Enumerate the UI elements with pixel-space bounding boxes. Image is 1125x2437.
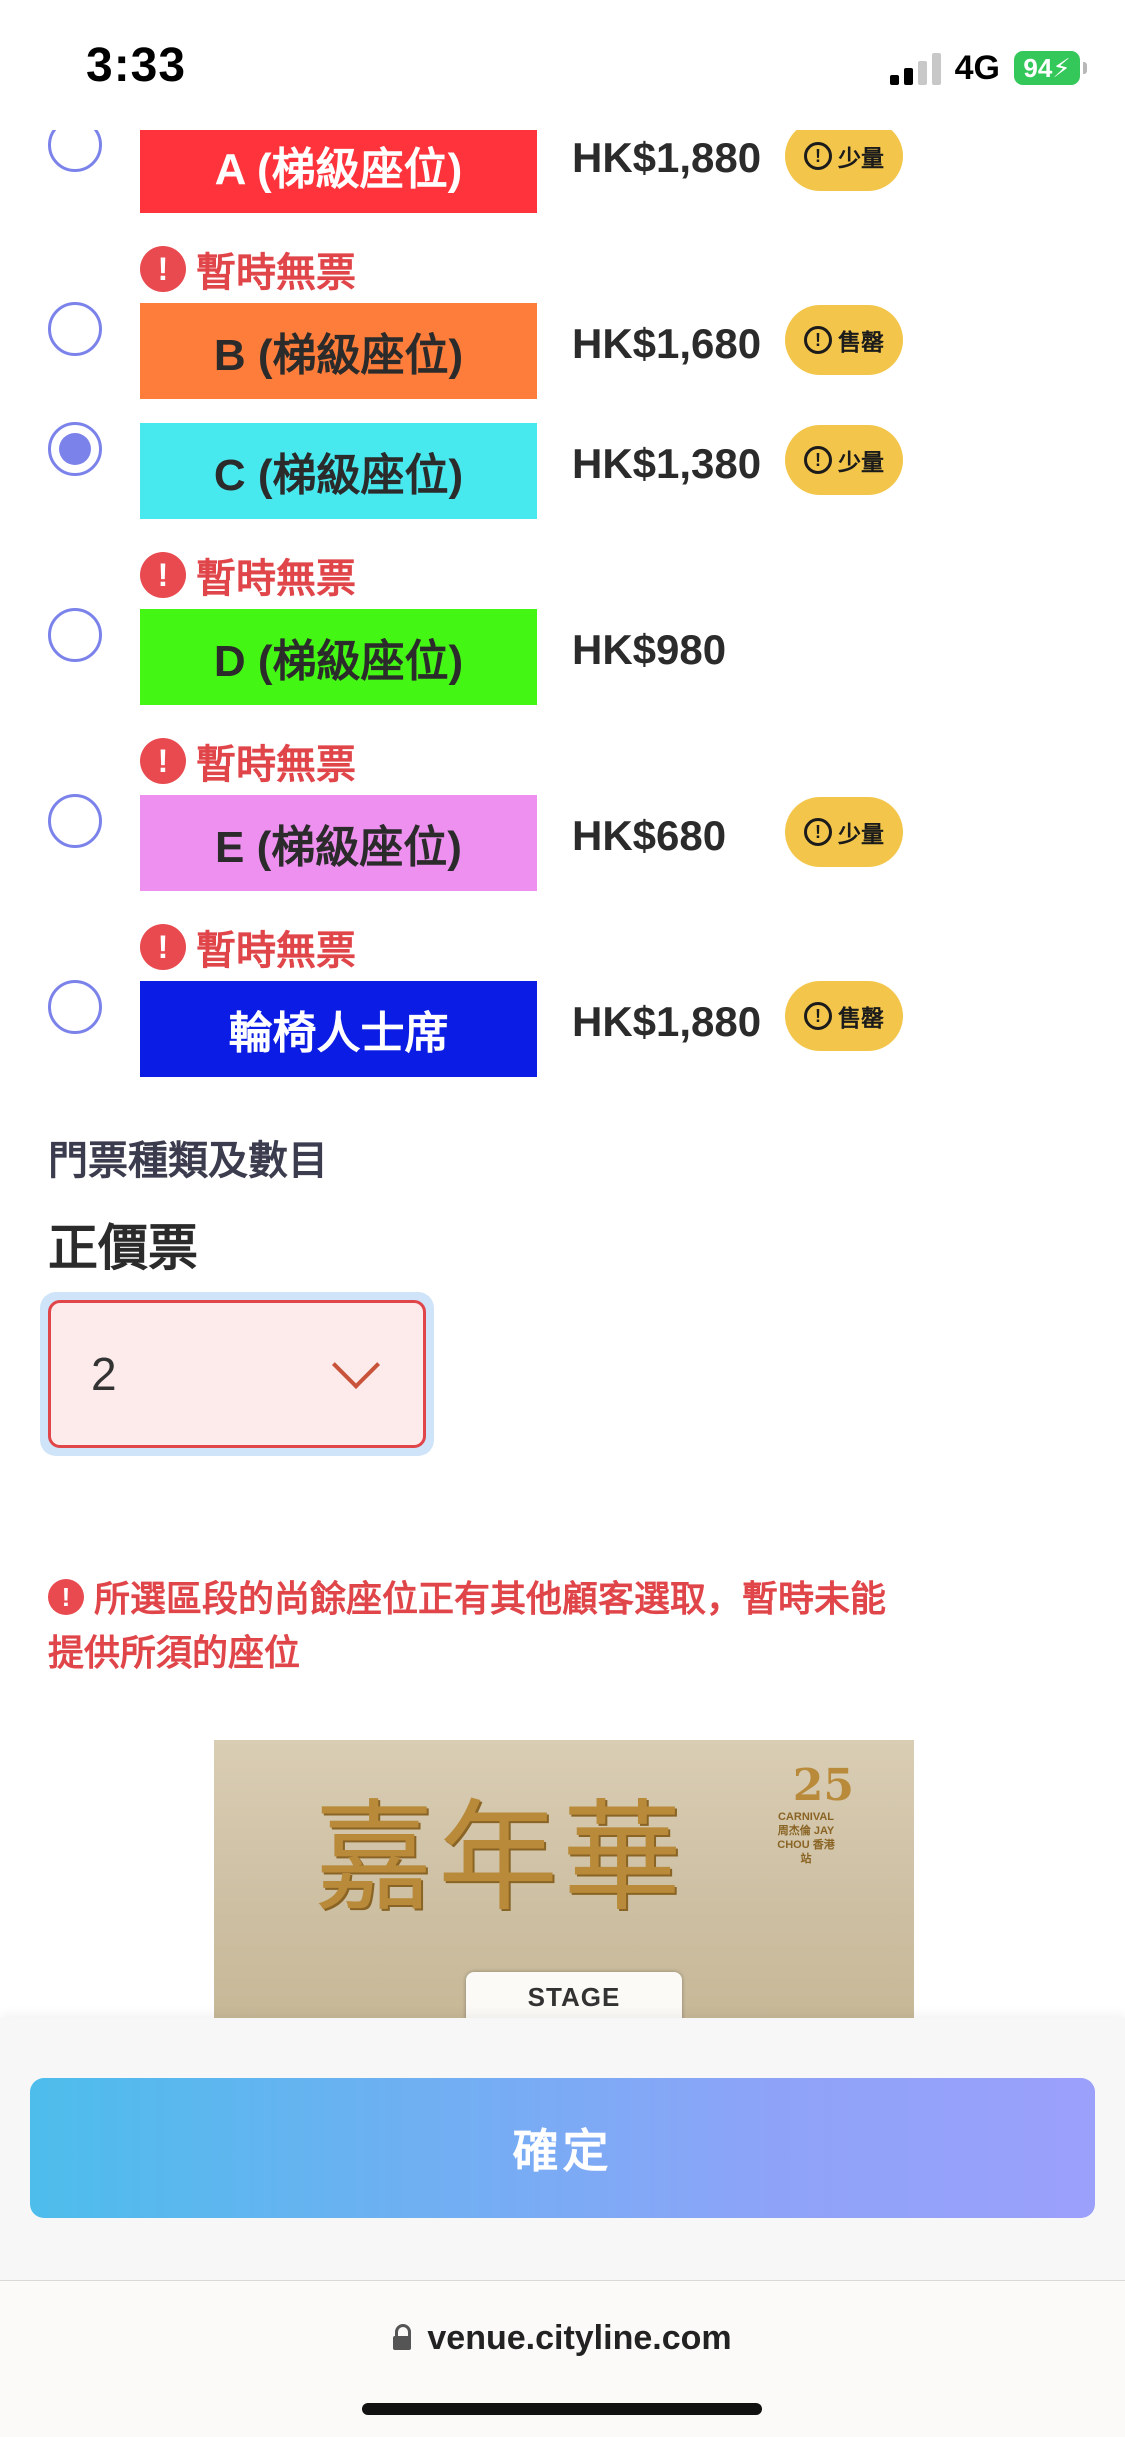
alert-icon: ! bbox=[804, 1002, 832, 1030]
status-time: 3:33 bbox=[86, 39, 187, 92]
bottom-action-bar: 確定 bbox=[0, 2018, 1125, 2280]
warning-icon: ! bbox=[140, 552, 186, 598]
ticket-type-heading: 門票種類及數目 bbox=[48, 1139, 328, 1183]
section-c-badge-label: 少量 bbox=[838, 449, 884, 475]
stage-label: STAGE bbox=[466, 1972, 682, 2020]
status-indicators: 4G 94 ⚡ bbox=[889, 48, 1087, 88]
warning-icon: ! bbox=[140, 738, 186, 784]
section-wheelchair-badge: ! 售罄 bbox=[785, 981, 903, 1051]
seat-map-25-logo: 25 bbox=[792, 1760, 854, 1811]
seat-map-title: 嘉年華 bbox=[314, 1789, 686, 1928]
section-wheelchair-radio[interactable] bbox=[48, 980, 102, 1034]
section-e-warning: ! 暫時無票 bbox=[140, 732, 356, 790]
lock-icon bbox=[393, 2323, 412, 2350]
warning-icon: ! bbox=[140, 924, 186, 970]
section-wheelchair-price: HK$1,880 bbox=[572, 998, 762, 1045]
chevron-down-icon bbox=[331, 1340, 381, 1390]
seat-error-line-2: 提供所須的座位 bbox=[48, 1632, 301, 1673]
section-b-warning: ! 暫時無票 bbox=[140, 240, 356, 298]
cellular-signal-icon bbox=[889, 51, 941, 85]
browser-address-bar: venue.cityline.com bbox=[0, 2280, 1125, 2437]
url-text: venue.cityline.com bbox=[427, 2319, 732, 2357]
alert-icon: ! bbox=[804, 818, 832, 846]
battery-level: 94 bbox=[1023, 52, 1053, 83]
section-b-radio[interactable] bbox=[48, 302, 102, 356]
section-wheelchair-warning-text: 暫時無票 bbox=[196, 929, 356, 973]
seat-map-subtitle: CARNIVAL 周杰倫 JAY CHOU 香港站 bbox=[777, 1811, 835, 1865]
alert-icon: ! bbox=[804, 446, 832, 474]
section-e-warning-text: 暫時無票 bbox=[196, 743, 356, 787]
quantity-select-focus-ring: 2 bbox=[40, 1292, 434, 1456]
section-b-label[interactable]: B (梯級座位) bbox=[140, 303, 537, 399]
ticket-name: 正價票 bbox=[48, 1220, 198, 1276]
section-b-badge: ! 售罄 bbox=[785, 305, 903, 375]
section-c-radio[interactable] bbox=[48, 422, 102, 476]
section-c-badge: ! 少量 bbox=[785, 425, 903, 495]
section-c-label[interactable]: C (梯級座位) bbox=[140, 423, 537, 519]
quantity-select[interactable]: 2 bbox=[48, 1300, 426, 1448]
seat-error-message: ! 所選區段的尚餘座位正有其他顧客選取，暫時未能 bbox=[48, 1572, 948, 1626]
section-d-label[interactable]: D (梯級座位) bbox=[140, 609, 537, 705]
confirm-button[interactable]: 確定 bbox=[30, 2078, 1095, 2218]
home-indicator[interactable] bbox=[362, 2403, 762, 2415]
section-e-badge-label: 少量 bbox=[838, 821, 884, 847]
network-type: 4G bbox=[954, 48, 1000, 87]
warning-icon: ! bbox=[140, 246, 186, 292]
section-a-badge-label: 少量 bbox=[838, 145, 884, 171]
section-wheelchair-label[interactable]: 輪椅人士席 bbox=[140, 981, 537, 1077]
section-a-label[interactable]: A (梯級座位) bbox=[140, 117, 537, 213]
battery-icon: 94 ⚡ bbox=[1014, 51, 1087, 85]
section-a-price: HK$1,880 bbox=[572, 134, 762, 181]
section-c-price: HK$1,380 bbox=[572, 440, 762, 487]
section-d-radio[interactable] bbox=[48, 608, 102, 662]
alert-icon: ! bbox=[804, 326, 832, 354]
section-e-label[interactable]: E (梯級座位) bbox=[140, 795, 537, 891]
section-wheelchair-warning: ! 暫時無票 bbox=[140, 918, 356, 976]
section-wheelchair-badge-label: 售罄 bbox=[838, 1005, 884, 1031]
section-b-badge-label: 售罄 bbox=[838, 329, 884, 355]
section-e-radio[interactable] bbox=[48, 794, 102, 848]
seat-map-image[interactable]: 嘉年華 25 CARNIVAL 周杰倫 JAY CHOU 香港站 STAGE bbox=[214, 1740, 914, 2020]
section-b-warning-text: 暫時無票 bbox=[196, 251, 356, 295]
address-bar[interactable]: venue.cityline.com bbox=[0, 2319, 1125, 2358]
status-bar: 3:33 4G 94 ⚡ bbox=[0, 0, 1125, 130]
section-a-badge: ! 少量 bbox=[785, 121, 903, 191]
section-e-price: HK$680 bbox=[572, 812, 727, 859]
section-d-warning-text: 暫時無票 bbox=[196, 557, 356, 601]
error-icon: ! bbox=[48, 1579, 84, 1615]
section-d-warning: ! 暫時無票 bbox=[140, 546, 356, 604]
section-e-badge: ! 少量 bbox=[785, 797, 903, 867]
section-d-price: HK$980 bbox=[572, 626, 727, 673]
quantity-value: 2 bbox=[91, 1348, 117, 1400]
alert-icon: ! bbox=[804, 142, 832, 170]
seat-error-line-1: 所選區段的尚餘座位正有其他顧客選取，暫時未能 bbox=[94, 1578, 887, 1619]
section-b-price: HK$1,680 bbox=[572, 320, 762, 367]
